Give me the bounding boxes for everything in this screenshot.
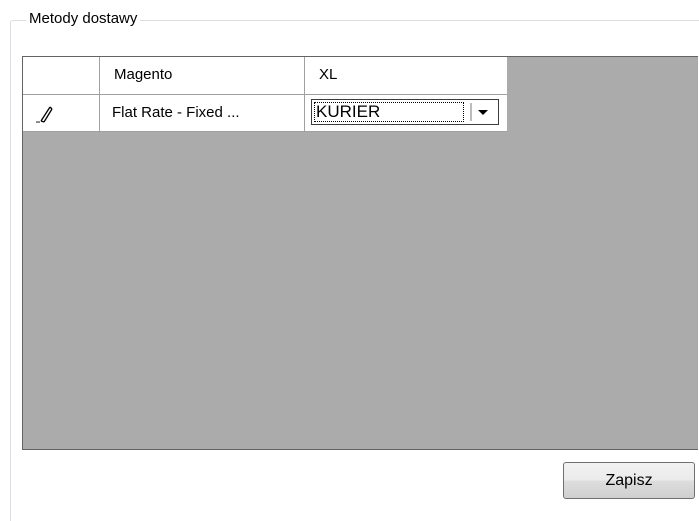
shipping-methods-grid[interactable]: Magento XL Flat Rate - Fixed ... KURIER [22,56,698,450]
xl-method-dropdown[interactable]: KURIER [311,99,499,125]
xl-method-selected-value[interactable]: KURIER [314,102,464,122]
magento-method-cell[interactable]: Flat Rate - Fixed ... [100,95,305,132]
row-header-cell[interactable] [23,95,100,132]
save-button[interactable]: Zapisz [563,462,695,499]
xl-method-cell[interactable]: KURIER [305,95,507,132]
column-header-magento[interactable]: Magento [100,57,305,95]
pencil-icon [36,106,53,123]
chevron-down-icon[interactable] [470,101,496,123]
groupbox-title: Metody dostawy [26,10,141,28]
table-row[interactable]: Flat Rate - Fixed ... KURIER [23,95,507,132]
row-header-corner [23,57,100,95]
column-header-xl[interactable]: XL [305,57,507,95]
header-empty-area [507,57,698,95]
